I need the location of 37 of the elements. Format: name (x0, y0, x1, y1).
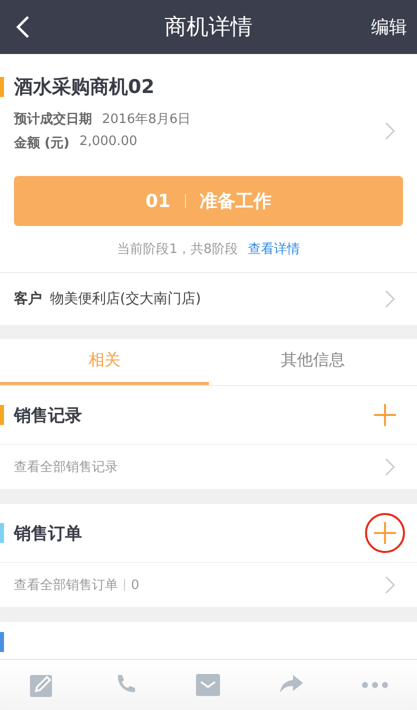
field-value: 2016年8月6日 (102, 111, 191, 128)
deal-name: 酒水采购商机02 (14, 75, 154, 100)
toolbar-button[interactable] (278, 675, 302, 695)
customer-label: 客户 (14, 290, 42, 308)
field-value: 2,000.00 (79, 134, 138, 151)
toolbar-button[interactable] (30, 673, 54, 697)
view-all-link: 查看全部销售订单 (14, 577, 118, 594)
view-all-row[interactable]: 查看全部销售记录 (0, 444, 417, 489)
share-icon (278, 675, 302, 695)
section-title: 销售订单 (14, 522, 83, 544)
tab[interactable]: 其他信息 (208, 339, 417, 385)
view-all-link: 查看全部销售记录 (14, 459, 118, 476)
mail-icon (196, 674, 220, 696)
stage-button[interactable]: 01 准备工作 (14, 176, 403, 226)
customer-row[interactable]: 客户 物美便利店(交大南门店) (0, 272, 417, 325)
chevron-icon (385, 458, 395, 476)
view-all-row[interactable]: 查看全部销售订单 0 (0, 562, 417, 607)
more-icon (362, 682, 388, 688)
details-link[interactable]: 查看详情 (248, 240, 300, 258)
page-title: 商机详情 (164, 15, 252, 40)
toolbar-button[interactable] (196, 674, 220, 696)
back-icon (16, 15, 30, 39)
count: 0 (131, 578, 140, 592)
chevron-icon (385, 122, 395, 140)
edit-icon (30, 673, 54, 697)
field-label: 预计成交日期 (14, 110, 92, 128)
plus-icon (374, 404, 396, 426)
section-title: 销售记录 (14, 404, 83, 426)
toolbar-button[interactable] (362, 682, 388, 688)
edit-button[interactable]: 编辑 (367, 11, 411, 43)
chevron-icon (385, 290, 395, 308)
chevron-icon (385, 576, 395, 594)
accent-mark (0, 77, 4, 97)
plus-icon (374, 522, 396, 544)
customer-name: 物美便利店(交大南门店) (50, 290, 202, 308)
stage-info: 当前阶段1，共8阶段 (117, 241, 238, 258)
field-label: 金额 (元) (14, 134, 70, 152)
